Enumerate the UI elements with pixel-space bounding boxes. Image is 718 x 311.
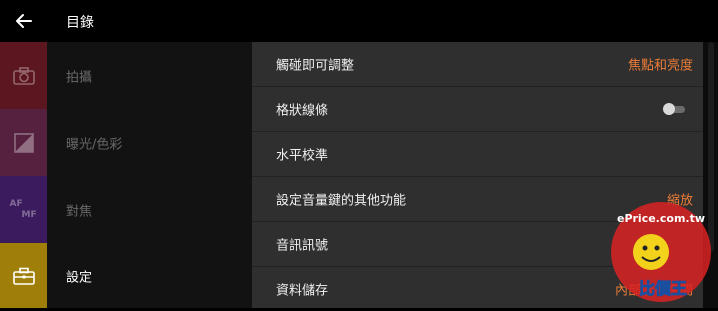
row-label: 格狀線條 [276,103,329,119]
sidebar-item-label: 拍攝 [66,70,93,85]
sidebar-item-label: 對焦 [66,204,93,219]
sidebar-tile [0,42,47,109]
top-bar: 目錄 [0,0,718,42]
sidebar-item-shooting[interactable]: 拍攝 [0,42,252,109]
af-mf-icon: AF MF [9,198,37,220]
sidebar-item-settings[interactable]: 設定 [0,243,252,308]
sidebar-item-exposure[interactable]: 曝光/色彩 [0,109,252,176]
settings-row-touch-adjust[interactable]: 觸碰即可調整 焦點和亮度 [252,42,703,87]
arrow-left-icon[interactable] [14,11,34,31]
row-label: 水平校準 [276,148,329,164]
sidebar-tile [0,109,47,176]
exposure-icon [13,132,34,153]
category-sidebar: 拍攝 曝光/色彩 AF MF 對焦 設定 [0,42,252,308]
sidebar-item-label: 曝光/色彩 [66,137,123,152]
svg-text:比價王: 比價王 [639,279,687,298]
svg-text:ePrice.com.tw: ePrice.com.tw [617,212,705,225]
row-label: 音訊訊號 [276,238,329,254]
toolbox-icon [12,267,35,285]
sidebar-item-label: 設定 [66,270,93,285]
row-label: 設定音量鍵的其他功能 [276,193,407,209]
grid-lines-toggle[interactable] [663,103,685,115]
row-label: 資料儲存 [276,283,329,299]
page-title: 目錄 [66,15,94,31]
toggle-knob [663,103,675,115]
sidebar-tile: AF MF [0,176,47,243]
sidebar-tile [0,243,47,308]
camera-icon [12,66,35,85]
sidebar-item-focus[interactable]: AF MF 對焦 [0,176,252,243]
settings-row-grid-lines[interactable]: 格狀線條 [252,87,703,132]
row-label: 觸碰即可調整 [276,58,355,74]
settings-row-level[interactable]: 水平校準 [252,132,703,177]
row-value: 焦點和亮度 [627,58,693,74]
eprice-logo: ePrice.com.tw 比價王 [611,202,711,302]
